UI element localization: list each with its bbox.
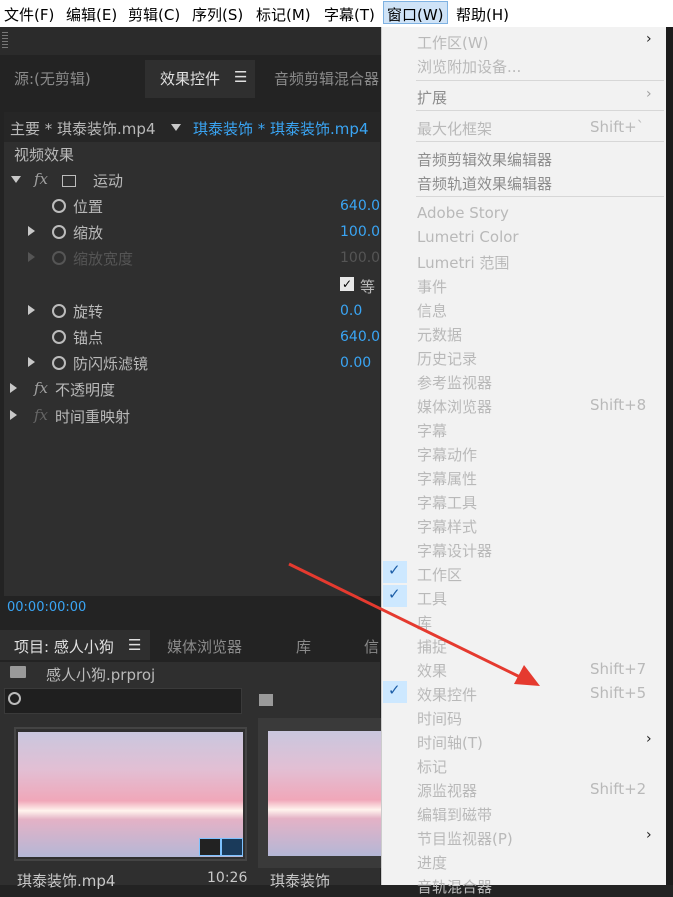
- annotation-arrow-icon: [288, 562, 540, 686]
